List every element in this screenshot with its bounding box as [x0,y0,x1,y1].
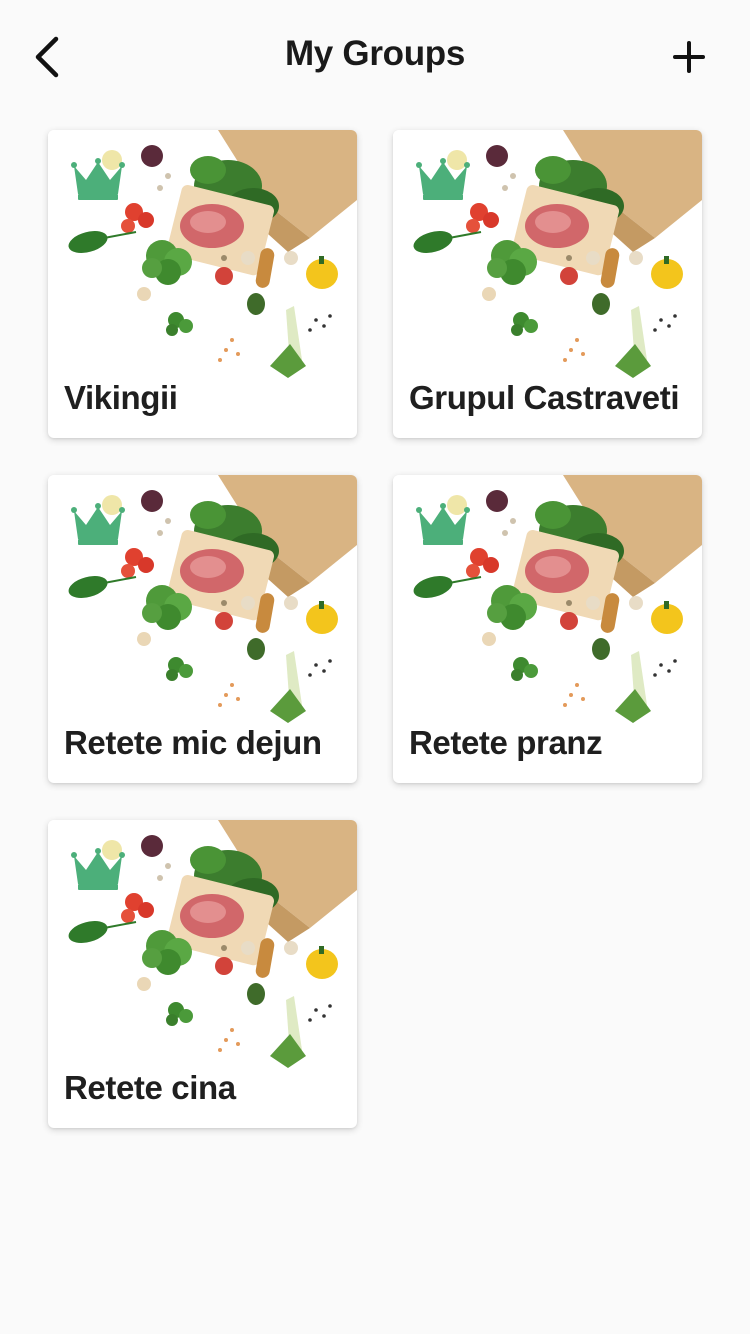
header: My Groups [0,0,750,110]
add-group-button[interactable] [664,30,714,84]
group-name: Vikingii [64,379,178,416]
group-card[interactable]: Retete pranz [393,475,702,783]
crown-icon [416,503,470,545]
group-photo [393,475,702,755]
page-title: My Groups [284,34,466,73]
crown-icon [71,158,125,200]
plus-icon [673,41,705,73]
group-card[interactable]: Retete mic dejun [48,475,357,783]
group-card[interactable]: Vikingii [48,130,357,438]
group-photo [48,475,357,755]
group-photo [48,820,357,1100]
crown-icon [416,158,470,200]
group-card[interactable]: Grupul Castraveti [393,130,702,438]
group-name: Grupul Castraveti [409,379,680,416]
group-name: Retete cina [64,1069,236,1106]
crown-icon [71,848,125,890]
group-name: Retete pranz [409,724,603,761]
group-photo [393,130,702,410]
group-card[interactable]: Retete cina [48,820,357,1128]
crown-icon [71,503,125,545]
my-groups-screen: My Groups Vikingii Grupul Castraveti Ret… [0,0,750,1334]
group-name: Retete mic dejun [64,724,322,761]
group-photo [48,130,357,410]
